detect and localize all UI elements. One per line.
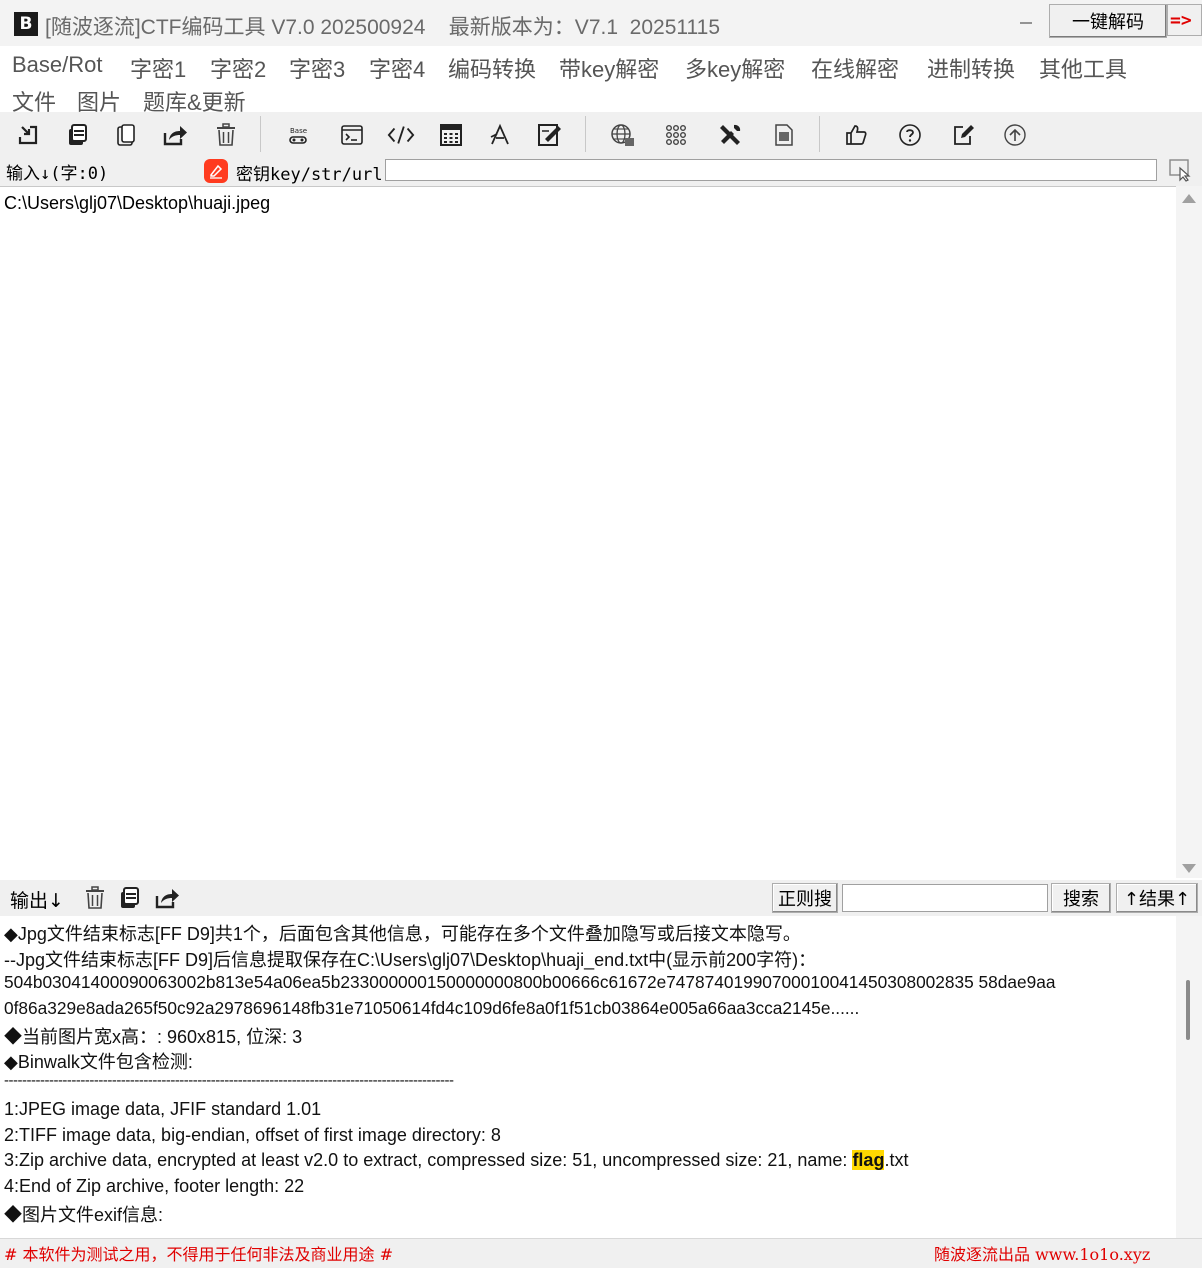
encode-icon[interactable]: Base	[284, 121, 312, 149]
menu-online-decrypt[interactable]: 在线解密	[811, 52, 899, 84]
output-scrollbar[interactable]	[1176, 916, 1202, 1238]
output-line: ◆Jpg文件结束标志[FF D9]共1个，后面包含其他信息，可能存在多个文件叠加…	[4, 924, 801, 944]
menu-zimi2[interactable]: 字密2	[210, 52, 266, 84]
menu-base-convert[interactable]: 进制转换	[927, 52, 1015, 84]
output-line: ◆当前图片宽x高：: 960x815, 位深: 3	[4, 1027, 303, 1047]
run-arrow-label: =>	[1170, 9, 1192, 31]
scroll-up-icon[interactable]	[1182, 194, 1196, 203]
regex-search-button[interactable]: 正则搜	[772, 883, 838, 913]
tools-icon[interactable]	[716, 121, 744, 149]
menu-multikey-decrypt[interactable]: 多key解密	[685, 52, 785, 84]
menu-base-rot[interactable]: Base/Rot	[12, 52, 103, 78]
trash-icon[interactable]	[212, 121, 240, 149]
edit-icon[interactable]	[950, 121, 978, 149]
menu-encoding-convert[interactable]: 编码转换	[448, 52, 536, 84]
globe-icon[interactable]	[608, 121, 636, 149]
share-icon[interactable]	[161, 121, 189, 149]
output-line-zip: 3:Zip archive data, encrypted at least v…	[4, 1150, 908, 1171]
pick-file-icon[interactable]	[1166, 157, 1194, 183]
result-button[interactable]: ↑结果↑	[1116, 883, 1198, 913]
run-arrow-button[interactable]: =>	[1167, 4, 1202, 36]
one-click-decode-button[interactable]: 一键解码	[1049, 4, 1167, 38]
paste-icon[interactable]	[112, 121, 140, 149]
key-input[interactable]	[385, 159, 1157, 181]
output-share-icon[interactable]	[153, 885, 181, 911]
upgrade-icon[interactable]	[1001, 121, 1029, 149]
scroll-down-icon[interactable]	[1182, 864, 1196, 873]
output-copy-icon[interactable]	[116, 885, 142, 911]
output-trash-icon[interactable]	[82, 885, 108, 911]
output-line: 4:End of Zip archive, footer length: 22	[4, 1176, 305, 1196]
menu-other-tools[interactable]: 其他工具	[1039, 52, 1127, 84]
thumbs-up-icon[interactable]	[842, 121, 870, 149]
menu-zimi3[interactable]: 字密3	[289, 52, 345, 84]
input-label: 输入↓(字:0)	[6, 164, 109, 184]
minimize-icon	[1020, 22, 1032, 24]
calculator-icon[interactable]	[437, 121, 465, 149]
status-credit: 随波逐流出品 www.1o1o.xyz	[934, 1245, 1151, 1264]
key-label: 密钥key/str/url:	[236, 165, 393, 185]
edit-box-icon[interactable]	[536, 121, 564, 149]
output-label: 输出↓	[10, 890, 64, 912]
app-logo: B	[14, 12, 38, 36]
window-title: [随波逐流]CTF编码工具 V7.0 202500924 最新版本为：V7.1 …	[45, 16, 720, 39]
input-scrollbar[interactable]	[1176, 186, 1202, 878]
search-input[interactable]	[842, 884, 1048, 912]
menu-zimi1[interactable]: 字密1	[130, 52, 186, 84]
toolbar-separator	[585, 116, 586, 152]
help-icon[interactable]	[896, 121, 924, 149]
flag-highlight: flag	[852, 1150, 885, 1170]
output-line: 1:JPEG image data, JFIF standard 1.01	[4, 1099, 322, 1119]
zip-line-prefix: 3:Zip archive data, encrypted at least v…	[4, 1150, 853, 1170]
output-line: 504b03041400090063002b813e54a06ea5b23300…	[4, 972, 1056, 992]
search-button[interactable]: 搜索	[1051, 883, 1111, 913]
status-disclaimer: # 本软件为测试之用，不得用于任何非法及商业用途 #	[4, 1245, 393, 1264]
output-line: 2:TIFF image data, big-endian, offset of…	[4, 1125, 501, 1145]
input-textarea[interactable]	[0, 186, 1176, 879]
code-icon[interactable]	[387, 121, 415, 149]
input-text: C:\Users\glj07\Desktop\huaji.jpeg	[4, 193, 271, 213]
output-line: --Jpg文件结束标志[FF D9]后信息提取保存在C:\Users\glj07…	[4, 950, 817, 970]
document-icon[interactable]	[770, 121, 798, 149]
grid-icon[interactable]	[662, 121, 690, 149]
zip-line-suffix: .txt	[884, 1150, 909, 1170]
toolbar-separator	[819, 116, 820, 152]
output-scroll-thumb[interactable]	[1186, 980, 1190, 1040]
output-line: 0f86a329e8ada265f50c92a2978696148fb31e71…	[4, 998, 860, 1018]
output-line: ◆Binwalk文件包含检测:	[4, 1052, 193, 1072]
toolbar-separator	[260, 116, 261, 152]
output-divider: ----------------------------------------…	[4, 1072, 454, 1089]
import-icon[interactable]	[14, 121, 42, 149]
copy-icon[interactable]	[63, 121, 91, 149]
menu-zimi4[interactable]: 字密4	[369, 52, 425, 84]
svg-text:Base: Base	[290, 127, 307, 135]
menu-key-decrypt[interactable]: 带key解密	[559, 52, 659, 84]
clear-key-icon[interactable]	[204, 159, 228, 183]
terminal-icon[interactable]	[338, 121, 366, 149]
output-line: ◆图片文件exif信息:	[4, 1205, 164, 1225]
font-icon[interactable]	[486, 121, 514, 149]
